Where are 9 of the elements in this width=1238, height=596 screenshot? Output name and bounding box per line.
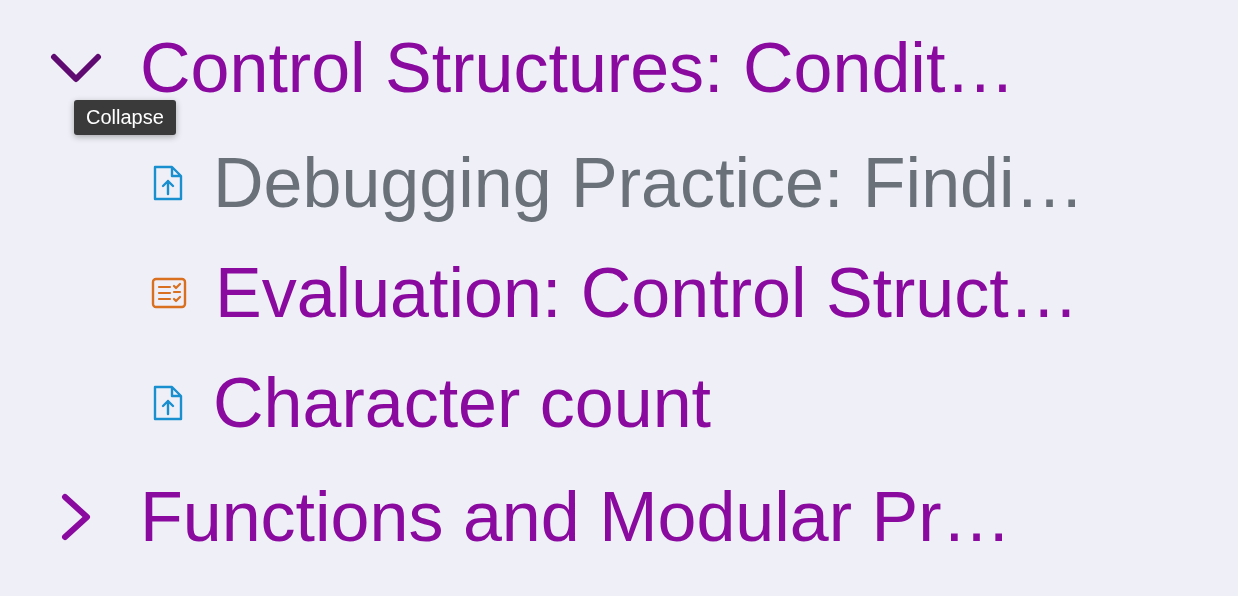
item-link[interactable]: Character count — [213, 363, 712, 443]
file-upload-icon — [151, 385, 185, 421]
item-link[interactable]: Evaluation: Control Struct… — [215, 253, 1079, 333]
file-upload-icon — [151, 165, 185, 201]
section-link[interactable]: Functions and Modular Pr… — [140, 477, 1012, 557]
chevron-right-icon — [61, 493, 91, 541]
tooltip: Collapse — [74, 100, 176, 135]
checklist-icon — [151, 277, 187, 309]
chevron-down-icon — [50, 53, 102, 83]
